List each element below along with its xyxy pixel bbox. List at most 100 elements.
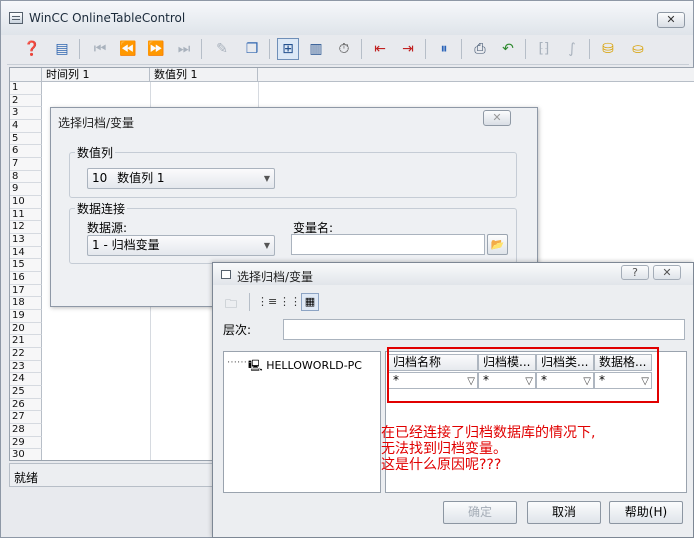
copy-rows-icon[interactable]: ❐: [241, 38, 263, 60]
value-column-selected: 数值列 1: [117, 171, 165, 185]
chevron-down-icon: ▼: [263, 174, 270, 183]
column-header-time[interactable]: 时间列 1: [42, 68, 150, 82]
annotation-line: 这是什么原因呢???: [381, 457, 502, 473]
toolbar-separator: [589, 39, 590, 59]
tree-node-computer[interactable]: 🖳 HELLOWORLD-PC: [238, 357, 362, 376]
row-header[interactable]: 4: [10, 120, 42, 133]
title-bar: WinCC OnlineTableControl ✕: [1, 1, 693, 35]
browse-variable-button[interactable]: 📂: [487, 234, 508, 255]
highlight-box: [387, 347, 659, 403]
row-header[interactable]: 27: [10, 411, 42, 424]
row-header[interactable]: 15: [10, 259, 42, 272]
detail-view-icon[interactable]: ▦: [301, 293, 319, 311]
annotation-line: 无法找到归档变量。: [381, 441, 507, 457]
row-header[interactable]: 28: [10, 424, 42, 437]
previous-column-icon[interactable]: ⇤: [369, 38, 391, 60]
next-column-icon[interactable]: ⇥: [397, 38, 419, 60]
value-column-select[interactable]: 10 数值列 1 ▼: [87, 168, 275, 189]
close-button[interactable]: ✕: [657, 12, 685, 28]
status-text: 就绪: [14, 471, 39, 485]
window-title: WinCC OnlineTableControl: [29, 11, 186, 25]
row-header[interactable]: 20: [10, 322, 42, 336]
first-icon[interactable]: ⏮: [89, 38, 111, 60]
pause-icon[interactable]: ⏸: [433, 38, 455, 60]
folder-open-icon: 📂: [490, 238, 505, 251]
row-header[interactable]: 19: [10, 310, 42, 323]
cancel-button[interactable]: 取消: [527, 501, 601, 524]
variable-name-input[interactable]: [291, 234, 485, 255]
tree-view-icon[interactable]: ⋮≡: [257, 295, 277, 308]
toolbar-separator: [79, 39, 80, 59]
row-header[interactable]: 10: [10, 196, 42, 209]
previous-icon[interactable]: ⏪: [117, 38, 139, 60]
level-label: 层次:: [223, 323, 252, 337]
delete-row-icon[interactable]: ⛀: [627, 38, 649, 60]
row-header[interactable]: 7: [10, 158, 42, 171]
row-header[interactable]: 11: [10, 208, 42, 222]
last-icon[interactable]: ⏭: [173, 38, 195, 60]
row-header[interactable]: 6: [10, 145, 42, 158]
insert-row-icon[interactable]: ⛁: [597, 38, 619, 60]
help-title-button[interactable]: ?: [621, 265, 649, 280]
folder-icon[interactable]: 🗀: [225, 295, 237, 316]
select-columns-icon[interactable]: ▥: [305, 38, 327, 60]
value-column-number: 10: [92, 171, 108, 185]
row-header[interactable]: 21: [10, 335, 42, 348]
print-icon[interactable]: ⎙: [469, 38, 491, 60]
toolbar-separator: [425, 39, 426, 59]
toolbar-separator: [269, 39, 270, 59]
dialog-close-button[interactable]: ✕: [483, 110, 511, 126]
data-source-selected: 1 - 归档变量: [92, 238, 160, 252]
toolbar-separator: [249, 293, 250, 311]
data-source-label: 数据源:: [87, 221, 128, 235]
corner-header: [10, 68, 42, 82]
row-header[interactable]: 22: [10, 348, 42, 361]
toolbar-separator: [201, 39, 202, 59]
export-icon[interactable]: ↶: [497, 38, 519, 60]
list-view-icon[interactable]: ⋮⋮: [279, 295, 301, 308]
row-header[interactable]: 23: [10, 360, 42, 374]
chevron-down-icon: ▼: [263, 241, 270, 250]
row-header[interactable]: 24: [10, 373, 42, 386]
app-icon: [9, 12, 23, 24]
row-header[interactable]: 8: [10, 170, 42, 184]
select-archive-dialog-front: 选择归档/变量 ? ✕ 🗀 ⋮≡ ⋮⋮ ▦ 层次: ⋯⋯ 🖳 HELLOWORL…: [212, 262, 694, 538]
row-header[interactable]: 5: [10, 132, 42, 146]
ok-button[interactable]: 确定: [443, 501, 517, 524]
edit-icon[interactable]: ✎: [211, 38, 233, 60]
row-header[interactable]: 13: [10, 234, 42, 247]
row-header[interactable]: 9: [10, 183, 42, 196]
row-header[interactable]: 3: [10, 107, 42, 120]
row-header[interactable]: 16: [10, 272, 42, 285]
row-header[interactable]: 14: [10, 246, 42, 260]
help-button[interactable]: 帮助(H): [609, 501, 683, 524]
config-dialog-icon[interactable]: ▤: [51, 38, 73, 60]
time-range-icon[interactable]: ⏱: [333, 38, 355, 60]
toolbar-separator: [461, 39, 462, 59]
row-header[interactable]: 18: [10, 297, 42, 310]
statistics-icon[interactable]: ∫: [561, 38, 583, 60]
row-header[interactable]: 1: [10, 82, 42, 95]
row-header[interactable]: 12: [10, 221, 42, 234]
tree-node-label: HELLOWORLD-PC: [266, 359, 362, 372]
row-header[interactable]: 25: [10, 386, 42, 399]
close-button[interactable]: ✕: [653, 265, 681, 280]
row-header[interactable]: 17: [10, 284, 42, 298]
time-base-icon[interactable]: ⁅⁆: [533, 38, 555, 60]
next-icon[interactable]: ⏩: [145, 38, 167, 60]
row-header[interactable]: 30: [10, 449, 42, 460]
data-source-select[interactable]: 1 - 归档变量 ▼: [87, 235, 275, 256]
row-header[interactable]: 29: [10, 436, 42, 450]
dialog-icon: [221, 270, 231, 279]
column-header-value[interactable]: 数值列 1: [150, 68, 258, 82]
table-header: 时间列 1 数值列 1: [10, 68, 694, 82]
annotation-line: 在已经连接了归档数据库的情况下,: [381, 425, 596, 441]
toolbar-separator: [361, 39, 362, 59]
help-icon[interactable]: ❓: [21, 38, 43, 60]
level-input[interactable]: [283, 319, 685, 340]
select-archive-icon[interactable]: ⊞: [277, 38, 299, 60]
dialog-title-bar: 选择归档/变量 ? ✕: [213, 263, 693, 285]
annotation-text: 在已经连接了归档数据库的情况下, 无法找到归档变量。 这是什么原因呢???: [381, 425, 681, 473]
row-header[interactable]: 2: [10, 94, 42, 108]
row-header[interactable]: 26: [10, 398, 42, 412]
